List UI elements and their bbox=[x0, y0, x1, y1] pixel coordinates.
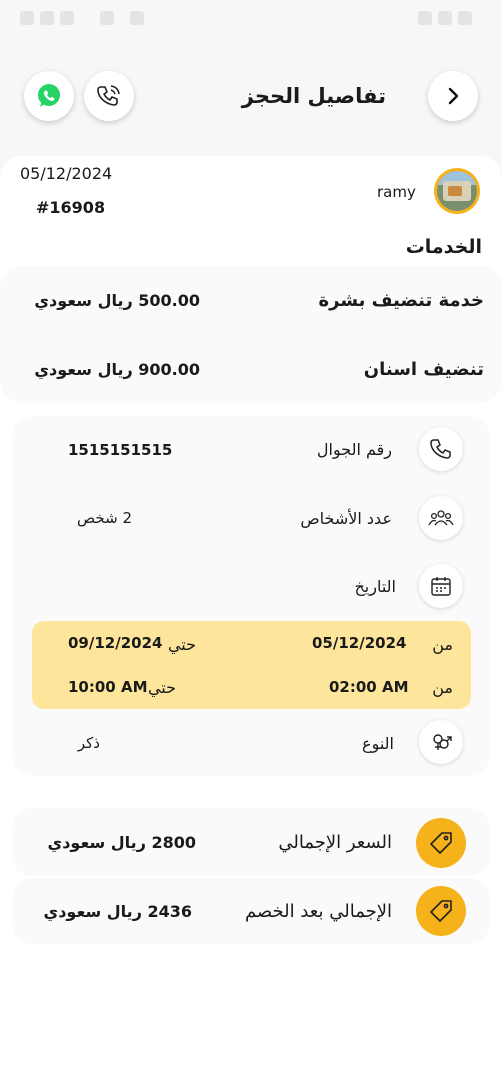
details-card: رقم الجوال 1515151515 عدد الأشخاص 2 شخص … bbox=[12, 416, 490, 776]
gender-icon-circle bbox=[419, 720, 463, 764]
back-button[interactable] bbox=[428, 71, 478, 121]
services-card: خدمة تنضيف بشرة 500.00 ريال سعودي تنضيف … bbox=[0, 266, 502, 403]
status-notification-icon bbox=[60, 11, 74, 25]
chevron-right-icon bbox=[448, 87, 459, 105]
services-heading: الخدمات bbox=[405, 236, 482, 258]
status-notification-icon bbox=[130, 11, 144, 25]
service-name: تنضيف اسنان bbox=[363, 359, 484, 380]
calendar-icon-circle bbox=[419, 564, 463, 608]
to-time: 10:00 AM bbox=[68, 678, 148, 696]
discounted-total-card: الإجمالي بعد الخصم 2436 ريال سعودي bbox=[12, 878, 490, 944]
whatsapp-icon bbox=[38, 84, 60, 107]
price-tag-circle bbox=[416, 886, 466, 936]
group-icon bbox=[428, 510, 454, 526]
phone-label: رقم الجوال bbox=[316, 440, 392, 459]
from-date: 05/12/2024 bbox=[312, 634, 407, 652]
persons-value: 2 شخص bbox=[77, 509, 132, 527]
discounted-label: الإجمالي بعد الخصم bbox=[244, 901, 392, 922]
status-notification-icon bbox=[40, 11, 54, 25]
status-time-placeholder bbox=[20, 11, 34, 25]
total-label: السعر الإجمالي bbox=[278, 832, 392, 853]
gender-value: ذكر bbox=[77, 734, 100, 752]
phone-icon bbox=[430, 439, 451, 459]
battery-icon bbox=[458, 11, 472, 25]
to-label: حتي bbox=[147, 678, 176, 697]
from-label: من bbox=[432, 678, 453, 697]
customer-name: ramy bbox=[377, 183, 416, 201]
booking-date: 05/12/2024 bbox=[20, 164, 113, 183]
from-time: 02:00 AM bbox=[329, 678, 409, 696]
discounted-value: 2436 ريال سعودي bbox=[43, 902, 192, 921]
price-tag-icon bbox=[430, 900, 452, 922]
date-label: التاريخ bbox=[354, 577, 396, 596]
phone-value: 1515151515 bbox=[68, 441, 173, 459]
gender-label: النوع bbox=[362, 734, 394, 753]
price-tag-circle bbox=[416, 818, 466, 868]
service-price: 500.00 ريال سعودي bbox=[34, 291, 200, 310]
persons-label: عدد الأشخاص bbox=[300, 509, 392, 528]
whatsapp-button[interactable] bbox=[24, 71, 74, 121]
status-bar bbox=[0, 0, 502, 36]
page-title: تفاصيل الحجز bbox=[241, 84, 386, 108]
calendar-icon bbox=[431, 577, 451, 596]
price-tag-icon bbox=[430, 832, 452, 854]
signal-icon bbox=[438, 11, 452, 25]
to-label: حتي bbox=[167, 635, 196, 654]
booking-number: #16908 bbox=[36, 198, 106, 217]
gender-icon bbox=[433, 734, 452, 750]
status-notification-icon bbox=[100, 11, 114, 25]
wifi-icon bbox=[418, 11, 432, 25]
phone-icon-circle bbox=[419, 427, 463, 471]
persons-icon-circle bbox=[419, 496, 463, 540]
total-price-card: السعر الإجمالي 2800 ريال سعودي bbox=[12, 808, 490, 876]
date-range-band: من 05/12/2024 حتي 09/12/2024 من 02:00 AM… bbox=[32, 621, 471, 709]
to-date: 09/12/2024 bbox=[68, 634, 163, 652]
avatar-image bbox=[437, 171, 477, 211]
phone-call-icon bbox=[97, 85, 120, 106]
total-value: 2800 ريال سعودي bbox=[47, 833, 196, 852]
avatar bbox=[434, 168, 480, 214]
service-price: 900.00 ريال سعودي bbox=[34, 360, 200, 379]
call-button[interactable] bbox=[84, 71, 134, 121]
service-name: خدمة تنضيف بشرة bbox=[318, 290, 485, 311]
from-label: من bbox=[432, 635, 453, 654]
